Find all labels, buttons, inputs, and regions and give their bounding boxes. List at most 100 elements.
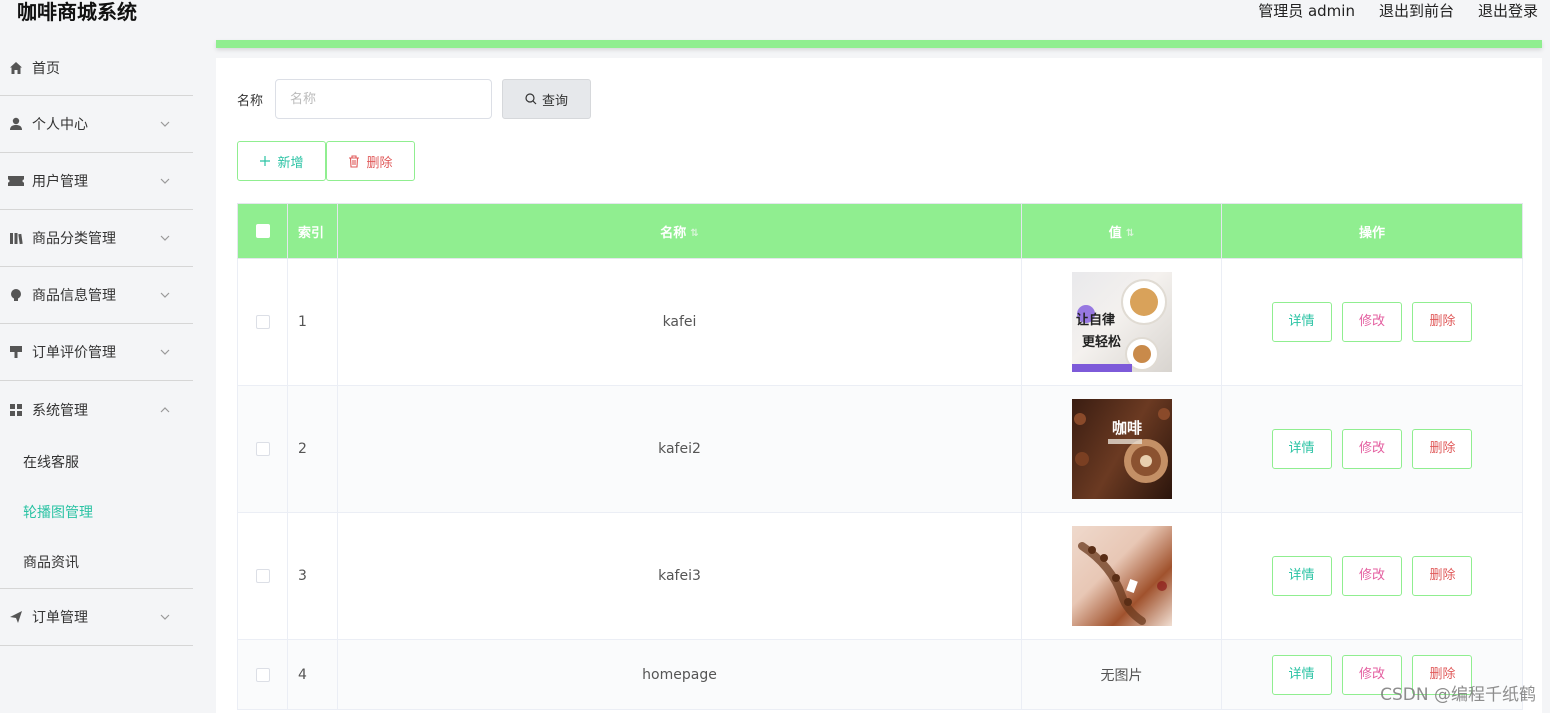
chevron-down-icon (160, 178, 170, 184)
bulb-icon (8, 287, 24, 303)
select-all-checkbox[interactable] (255, 224, 270, 238)
home-icon (8, 60, 24, 76)
ticket-icon (8, 173, 24, 189)
sidebar-item-personal-center[interactable]: 个人中心 (0, 96, 193, 153)
detail-button[interactable]: 详情 (1271, 429, 1332, 469)
chevron-down-icon (160, 235, 170, 241)
row-value: 咖啡 (1021, 385, 1222, 513)
system-submenu: 在线客服 轮播图管理 商品资讯 (0, 438, 193, 589)
sidebar-item-label: 系统管理 (32, 402, 88, 419)
sidebar: 首页 个人中心 用户管理 商品分类管理 商品信息管理 订单评价管理 系统管理 在… (0, 40, 193, 713)
row-value: 让自律 更轻松 (1021, 258, 1222, 386)
sidebar-item-label: 商品信息管理 (32, 288, 116, 304)
plus-icon (260, 156, 271, 166)
delete-button[interactable]: 删除 (1412, 429, 1473, 469)
edit-button[interactable]: 修改 (1342, 429, 1402, 469)
header-name-label: 名称 (660, 225, 687, 241)
sidebar-item-system-management[interactable]: 系统管理 (0, 381, 193, 438)
chevron-down-icon (160, 349, 170, 355)
search-icon (525, 93, 537, 105)
sidebar-item-label: 订单管理 (32, 610, 88, 626)
send-icon (8, 609, 24, 625)
carousel-thumbnail[interactable]: 让自律 更轻松 (1071, 272, 1172, 372)
top-links: 管理员 admin 退出到前台 退出登录 (1258, 0, 1538, 22)
sidebar-item-label: 首页 (32, 60, 60, 77)
select-all-cell (237, 203, 288, 259)
sidebar-item-category-management[interactable]: 商品分类管理 (0, 210, 193, 267)
sidebar-item-product-info[interactable]: 商品信息管理 (0, 267, 193, 324)
search-label: 名称 (237, 93, 264, 109)
chevron-down-icon (160, 292, 170, 298)
sidebar-subitem-online-service[interactable]: 在线客服 (0, 438, 193, 488)
row-index: 1 (287, 258, 338, 386)
detail-button[interactable]: 详情 (1271, 302, 1332, 342)
app-title: 咖啡商城系统 (17, 0, 137, 24)
sidebar-item-order-management[interactable]: 订单管理 (0, 589, 193, 646)
header-index: 索引 (287, 203, 338, 259)
row-checkbox[interactable] (255, 442, 270, 456)
action-row: 新增 删除 (237, 141, 415, 181)
row-checkbox[interactable] (255, 667, 270, 682)
library-icon (8, 230, 24, 246)
sidebar-item-label: 个人中心 (32, 117, 88, 133)
carousel-thumbnail[interactable] (1071, 526, 1172, 626)
header-name[interactable]: 名称 ⇅ (337, 203, 1022, 259)
sidebar-item-label: 用户管理 (32, 174, 88, 190)
add-button-label: 新增 (277, 155, 304, 171)
row-name: homepage (337, 639, 1022, 710)
query-button-label: 查询 (542, 93, 569, 109)
watermark: CSDN @编程千纸鹤 (1380, 685, 1536, 705)
row-name: kafei2 (337, 385, 1022, 513)
top-bar: 咖啡商城系统 管理员 admin 退出到前台 退出登录 (0, 0, 1550, 40)
grid-icon (8, 402, 24, 418)
sidebar-subitem-carousel-management[interactable]: 轮播图管理 (0, 488, 193, 538)
edit-button[interactable]: 修改 (1342, 556, 1402, 596)
sidebar-item-order-review[interactable]: 订单评价管理 (0, 324, 193, 381)
table-row: 4 homepage 无图片 详情 修改 删除 (237, 639, 1523, 710)
chevron-down-icon (160, 121, 170, 127)
add-button[interactable]: 新增 (237, 141, 326, 181)
thumb-text-coffee: 咖啡 (1112, 419, 1142, 437)
sidebar-item-user-management[interactable]: 用户管理 (0, 153, 193, 210)
row-index: 4 (287, 639, 338, 710)
detail-button[interactable]: 详情 (1271, 654, 1332, 695)
sidebar-subitem-product-news[interactable]: 商品资讯 (0, 538, 193, 588)
row-index: 3 (287, 512, 338, 640)
carousel-table: 索引 名称 ⇅ 值 ⇅ 操作 1 kafei 让自律 更轻松 详情 修改 删除 … (237, 203, 1523, 710)
row-value (1021, 512, 1222, 640)
row-ops: 详情 修改 删除 (1221, 258, 1523, 386)
row-ops: 详情 修改 删除 (1221, 512, 1523, 640)
row-checkbox[interactable] (255, 569, 270, 583)
header-ops: 操作 (1221, 203, 1523, 259)
exit-to-front-link[interactable]: 退出到前台 (1379, 0, 1454, 22)
thumb-text-line1: 让自律 (1076, 312, 1115, 328)
header-value[interactable]: 值 ⇅ (1021, 203, 1222, 259)
carousel-thumbnail[interactable]: 咖啡 (1071, 399, 1172, 499)
delete-button[interactable]: 删除 (1412, 302, 1473, 342)
row-value-text: 无图片 (1021, 639, 1222, 710)
query-button[interactable]: 查询 (502, 79, 592, 119)
row-index: 2 (287, 385, 338, 513)
logout-link[interactable]: 退出登录 (1478, 0, 1538, 22)
table-row: 2 kafei2 咖啡 详情 修改 删除 (237, 385, 1523, 513)
admin-label: 管理员 admin (1258, 2, 1355, 20)
row-name: kafei (337, 258, 1022, 386)
batch-delete-button-label: 删除 (366, 155, 393, 171)
sort-icon[interactable]: ⇅ (690, 228, 698, 239)
chevron-down-icon (160, 614, 170, 620)
sort-icon[interactable]: ⇅ (1126, 228, 1134, 239)
user-icon (8, 116, 24, 132)
row-checkbox[interactable] (255, 315, 270, 329)
detail-button[interactable]: 详情 (1271, 556, 1332, 596)
breadcrumb-bar (216, 40, 1542, 48)
row-name: kafei3 (337, 512, 1022, 640)
table-header-row: 索引 名称 ⇅ 值 ⇅ 操作 (237, 203, 1523, 259)
sidebar-item-label: 订单评价管理 (32, 345, 116, 361)
sidebar-item-home[interactable]: 首页 (0, 40, 193, 96)
edit-button[interactable]: 修改 (1342, 302, 1402, 342)
main-content: 名称 查询 新增 删除 索引 名称⇅ 值⇅ 操作 (216, 58, 1542, 713)
delete-button[interactable]: 删除 (1412, 556, 1473, 596)
search-input[interactable] (275, 79, 493, 119)
sidebar-item-label: 商品分类管理 (32, 231, 116, 247)
batch-delete-button[interactable]: 删除 (326, 141, 415, 181)
